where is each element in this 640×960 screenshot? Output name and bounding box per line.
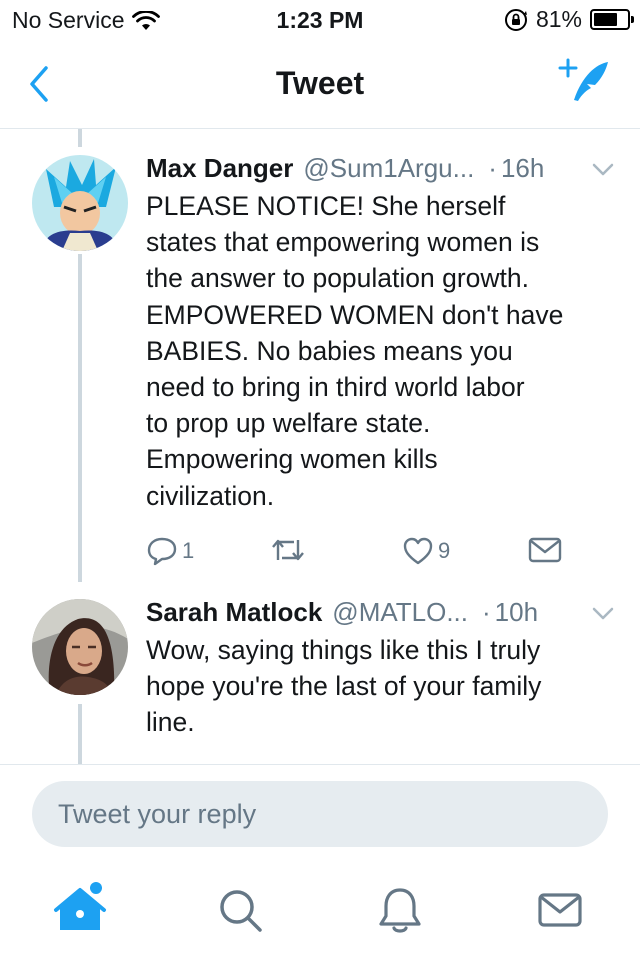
tweet-sarah-matlock[interactable]: Sarah Matlock @MATLO... · 10h Wow, sayin… [0, 594, 640, 762]
direct-message-button[interactable] [528, 536, 562, 564]
tab-notifications[interactable] [370, 880, 430, 940]
battery-fill [594, 13, 617, 26]
author-handle[interactable]: @Sum1Argu... [303, 153, 474, 184]
compose-tweet-button[interactable] [558, 58, 612, 108]
avatar-image [32, 599, 128, 695]
thread-line-top [78, 129, 82, 147]
like-count: 9 [438, 538, 451, 563]
tweet-max-danger[interactable]: Max Danger @Sum1Argu... · 16h PLEASE NOT… [0, 150, 640, 590]
tweet-text-line: BABIES. No babies means you [146, 335, 513, 366]
envelope-icon [528, 537, 562, 563]
tweet-text-line: the answer to population growth. [146, 263, 530, 294]
tweet-text-line: need to bring in third world labor [146, 372, 525, 403]
tab-search[interactable] [210, 880, 270, 940]
tweet-text: Wow, saying things like this I truly hop… [146, 632, 610, 741]
tweet-text-line: Wow, saying things like this I truly [146, 635, 541, 665]
tweet-header: Max Danger @Sum1Argu... · 16h [146, 150, 616, 186]
separator-dot: · [482, 596, 491, 627]
retweet-icon [272, 539, 304, 561]
avatar[interactable] [32, 599, 128, 695]
reply-count: 1 [182, 538, 195, 563]
battery-tip [631, 16, 634, 23]
avatar-image [32, 155, 128, 251]
reply-input[interactable] [32, 781, 608, 847]
tweet-text-line: states that empowering women is [146, 227, 540, 258]
tweet-text-line: PLEASE NOTICE! She herself [146, 191, 506, 221]
author-name[interactable]: Max Danger [146, 153, 293, 184]
author-name[interactable]: Sarah Matlock [146, 597, 322, 628]
tweet-time: 10h [494, 596, 539, 627]
tab-bar [0, 860, 640, 960]
tab-messages[interactable] [530, 880, 590, 940]
orientation-lock-icon [504, 8, 527, 31]
messages-icon [538, 893, 582, 927]
compose-tweet-icon [558, 58, 608, 101]
avatar[interactable] [32, 155, 128, 251]
reply-button[interactable]: 1 [146, 536, 194, 566]
tweet-text-line: civilization. [146, 480, 275, 511]
tweet-text-line: to prop up welfare state. [146, 408, 431, 439]
battery-icon [590, 9, 634, 30]
tweet-text-line: line. [146, 707, 195, 738]
search-icon [220, 890, 262, 932]
heart-icon [403, 537, 433, 565]
author-handle[interactable]: @MATLO... [332, 597, 468, 628]
chevron-down-icon[interactable] [590, 602, 616, 624]
page-title: Tweet [275, 65, 365, 101]
tweet-text-line: hope you're the last of your family [146, 671, 542, 702]
separator-dot: · [488, 152, 497, 183]
status-right: 81% [504, 6, 634, 33]
nav-bar: Tweet [0, 40, 640, 129]
tweet-text-line: EMPOWERED WOMEN don't have [146, 299, 564, 330]
reply-bar [0, 764, 640, 861]
status-bar: No Service 1:23 PM 81% [0, 0, 640, 40]
tab-home[interactable] [50, 880, 110, 940]
tweet-actions: 1 9 [146, 536, 576, 576]
tweet-text-line: Empowering women kills [146, 444, 438, 475]
home-icon [54, 882, 106, 930]
retweet-button[interactable] [270, 536, 310, 564]
tweet-time: 16h [500, 152, 545, 183]
like-button[interactable]: 9 [402, 536, 450, 566]
battery-percent: 81% [535, 6, 582, 32]
reply-icon [147, 537, 177, 566]
tweet-header: Sarah Matlock @MATLO... · 10h [146, 594, 616, 630]
chevron-down-icon[interactable] [590, 158, 616, 180]
notifications-icon [379, 888, 421, 933]
tweet-text: PLEASE NOTICE! She herself states that e… [146, 188, 610, 514]
